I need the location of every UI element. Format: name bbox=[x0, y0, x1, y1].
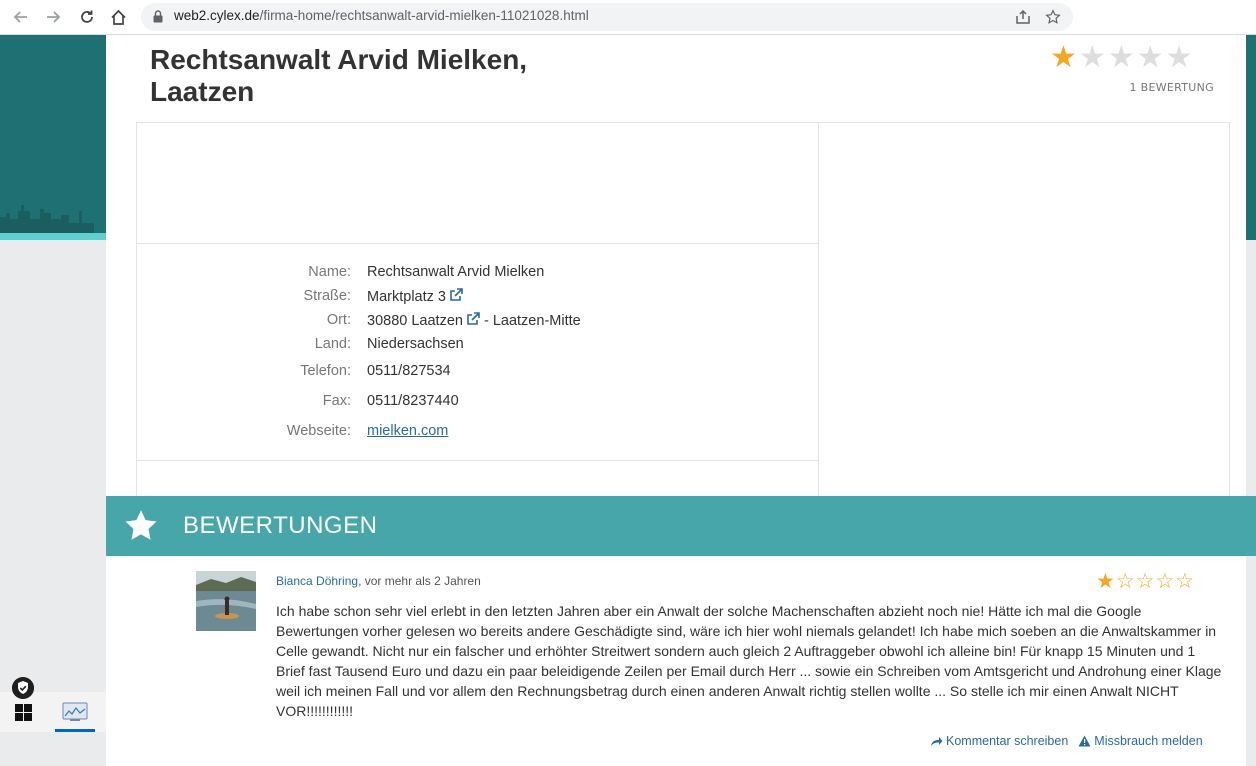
info-row-phone: Telefon: 0511/827534 bbox=[137, 363, 817, 383]
fax-value: 0511/8237440 bbox=[367, 393, 459, 409]
windows-start-icon[interactable] bbox=[15, 704, 32, 721]
reviewer-avatar[interactable] bbox=[196, 571, 256, 631]
review-rating-stars: ★ ☆ ☆ ☆ ☆ bbox=[1096, 569, 1194, 593]
star-empty-icon[interactable]: ★ bbox=[1166, 42, 1193, 74]
star-filled-icon: ★ bbox=[1096, 569, 1115, 593]
taskbar-app-icon[interactable] bbox=[62, 702, 88, 722]
comment-link[interactable]: Kommentar schreiben bbox=[930, 734, 1068, 748]
star-empty-icon: ☆ bbox=[1135, 569, 1155, 593]
back-icon[interactable] bbox=[10, 6, 32, 28]
info-row-website: Webseite: mielken.com bbox=[137, 423, 817, 443]
business-rating-stars[interactable]: ★ ★ ★ ★ ★ bbox=[1050, 42, 1193, 74]
website-link[interactable]: mielken.com bbox=[367, 423, 448, 439]
page-title: Rechtsanwalt Arvid Mielken, Laatzen bbox=[150, 44, 528, 107]
street-value: Marktplatz 3 bbox=[367, 288, 463, 305]
external-link-icon[interactable] bbox=[449, 288, 463, 302]
report-link[interactable]: Missbrauch melden bbox=[1078, 734, 1203, 748]
url-text: web2.cylex.de/firma-home/rechtsanwalt-ar… bbox=[174, 8, 589, 23]
star-empty-icon: ☆ bbox=[1175, 569, 1195, 593]
lock-icon bbox=[153, 10, 163, 23]
info-row-name: Name: Rechtsanwalt Arvid Mielken bbox=[137, 264, 817, 284]
business-name: Rechtsanwalt Arvid Mielken bbox=[367, 264, 545, 280]
info-label: Fax: bbox=[322, 393, 351, 409]
info-label: Name: bbox=[308, 264, 351, 280]
home-icon[interactable] bbox=[107, 6, 129, 28]
phone-value[interactable]: 0511/827534 bbox=[367, 363, 451, 379]
divider bbox=[137, 460, 818, 461]
share-icon[interactable] bbox=[1014, 8, 1032, 26]
active-app-indicator bbox=[55, 729, 95, 732]
info-row-state: Land: Niedersachsen bbox=[137, 336, 817, 356]
reviews-title: BEWERTUNGEN bbox=[183, 512, 378, 539]
skyline-graphic bbox=[0, 205, 94, 235]
review-date: , vor mehr als 2 Jahren bbox=[358, 574, 481, 588]
info-row-city: Ort: 30880 Laatzen - Laatzen-Mitte bbox=[137, 312, 817, 332]
reply-arrow-icon bbox=[931, 736, 943, 746]
bookmark-star-icon[interactable] bbox=[1044, 8, 1062, 26]
warning-icon bbox=[1078, 735, 1091, 747]
review-actions: Kommentar schreiben Missbrauch melden bbox=[930, 734, 1203, 748]
reviewer-name[interactable]: Bianca Döhring bbox=[276, 574, 358, 588]
city-value: 30880 Laatzen - Laatzen-Mitte bbox=[367, 312, 581, 329]
info-label: Webseite: bbox=[286, 423, 351, 439]
external-link-icon[interactable] bbox=[466, 312, 480, 326]
browser-toolbar: web2.cylex.de/firma-home/rechtsanwalt-ar… bbox=[0, 0, 1256, 35]
comment-label[interactable]: Kommentar schreiben bbox=[946, 734, 1068, 748]
star-empty-icon[interactable]: ★ bbox=[1079, 42, 1106, 74]
info-row-street: Straße: Marktplatz 3 bbox=[137, 288, 817, 308]
forward-icon[interactable] bbox=[42, 6, 64, 28]
info-label: Land: bbox=[314, 336, 351, 352]
star-empty-icon: ☆ bbox=[1155, 569, 1175, 593]
review-meta: Bianca Döhring, vor mehr als 2 Jahren bbox=[276, 574, 481, 588]
address-bar[interactable]: web2.cylex.de/firma-home/rechtsanwalt-ar… bbox=[141, 3, 1073, 31]
info-label: Straße: bbox=[303, 288, 351, 304]
reload-icon[interactable] bbox=[76, 6, 98, 28]
info-label: Telefon: bbox=[300, 363, 351, 379]
review-text: Ich habe schon sehr viel erlebt in den l… bbox=[276, 603, 1222, 719]
star-empty-icon[interactable]: ★ bbox=[1108, 42, 1135, 74]
rating-count[interactable]: 1 BEWERTUNG bbox=[1110, 81, 1214, 94]
star-filled-icon[interactable]: ★ bbox=[1050, 42, 1077, 74]
info-label: Ort: bbox=[326, 312, 351, 328]
divider bbox=[137, 243, 818, 244]
info-row-fax: Fax: 0511/8237440 bbox=[137, 393, 817, 413]
report-label[interactable]: Missbrauch melden bbox=[1094, 734, 1202, 748]
star-empty-icon[interactable]: ★ bbox=[1137, 42, 1164, 74]
star-empty-icon: ☆ bbox=[1115, 569, 1135, 593]
security-shield-icon[interactable] bbox=[12, 677, 34, 699]
sidebar-box bbox=[818, 122, 1230, 496]
state-value: Niedersachsen bbox=[367, 336, 464, 352]
star-icon bbox=[125, 510, 157, 540]
